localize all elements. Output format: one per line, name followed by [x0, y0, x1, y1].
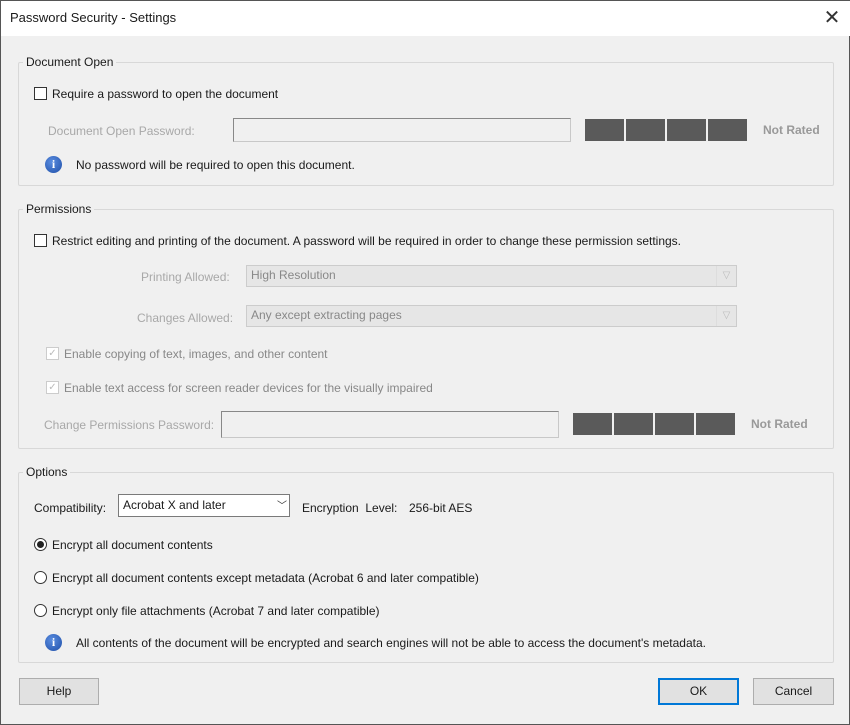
encrypt-except-metadata-label: Encrypt all document contents except met… — [52, 571, 479, 585]
encrypt-except-metadata-radio[interactable] — [34, 571, 47, 584]
encrypt-attachments-label: Encrypt only file attachments (Acrobat 7… — [52, 604, 380, 618]
permissions-password-input[interactable] — [221, 411, 559, 438]
options-legend: Options — [23, 465, 70, 479]
encrypt-attachments-radio[interactable] — [34, 604, 47, 617]
require-password-checkbox[interactable] — [34, 87, 47, 100]
encrypt-all-label: Encrypt all document contents — [52, 538, 213, 552]
screen-reader-checkbox[interactable]: ✓ — [46, 381, 59, 394]
permissions-password-strength-meter — [573, 413, 735, 435]
changes-allowed-select[interactable]: Any except extracting pages ▽ — [246, 305, 737, 327]
screen-reader-label: Enable text access for screen reader dev… — [64, 381, 433, 395]
changes-allowed-label: Changes Allowed: — [137, 311, 233, 325]
open-password-rating: Not Rated — [763, 123, 820, 137]
options-info-text: All contents of the document will be enc… — [76, 636, 706, 650]
require-password-label: Require a password to open the document — [52, 87, 278, 101]
ok-button[interactable]: OK — [658, 678, 739, 705]
changes-allowed-value: Any except extracting pages — [251, 308, 402, 322]
permissions-password-label: Change Permissions Password: — [44, 418, 214, 432]
open-info-text: No password will be required to open thi… — [76, 158, 355, 172]
restrict-editing-label: Restrict editing and printing of the doc… — [52, 234, 681, 248]
chevron-down-icon: ▽ — [716, 306, 736, 326]
close-icon[interactable]: ✕ — [821, 5, 843, 30]
compatibility-select[interactable]: Acrobat X and later ﹀ — [118, 494, 290, 517]
encrypt-all-radio[interactable] — [34, 538, 47, 551]
printing-allowed-label: Printing Allowed: — [141, 270, 230, 284]
restrict-editing-checkbox[interactable] — [34, 234, 47, 247]
encryption-level-label: Encryption Level: — [302, 501, 397, 515]
enable-copying-label: Enable copying of text, images, and othe… — [64, 347, 328, 361]
chevron-down-icon: ▽ — [716, 266, 736, 286]
open-password-strength-meter — [585, 119, 747, 141]
info-icon: i — [45, 634, 62, 651]
compatibility-value: Acrobat X and later — [123, 498, 226, 512]
encryption-level-value: 256-bit AES — [409, 501, 472, 515]
document-open-legend: Document Open — [23, 55, 116, 69]
cancel-button[interactable]: Cancel — [753, 678, 834, 705]
chevron-down-icon: ﹀ — [277, 497, 287, 512]
open-password-input[interactable] — [233, 118, 571, 142]
info-icon: i — [45, 156, 62, 173]
printing-allowed-value: High Resolution — [251, 268, 336, 282]
permissions-password-rating: Not Rated — [751, 417, 808, 431]
window-title: Password Security - Settings — [10, 10, 176, 25]
permissions-legend: Permissions — [23, 202, 94, 216]
open-password-label: Document Open Password: — [48, 124, 195, 138]
help-button[interactable]: Help — [19, 678, 99, 705]
compatibility-label: Compatibility: — [34, 501, 106, 515]
printing-allowed-select[interactable]: High Resolution ▽ — [246, 265, 737, 287]
enable-copying-checkbox[interactable]: ✓ — [46, 347, 59, 360]
